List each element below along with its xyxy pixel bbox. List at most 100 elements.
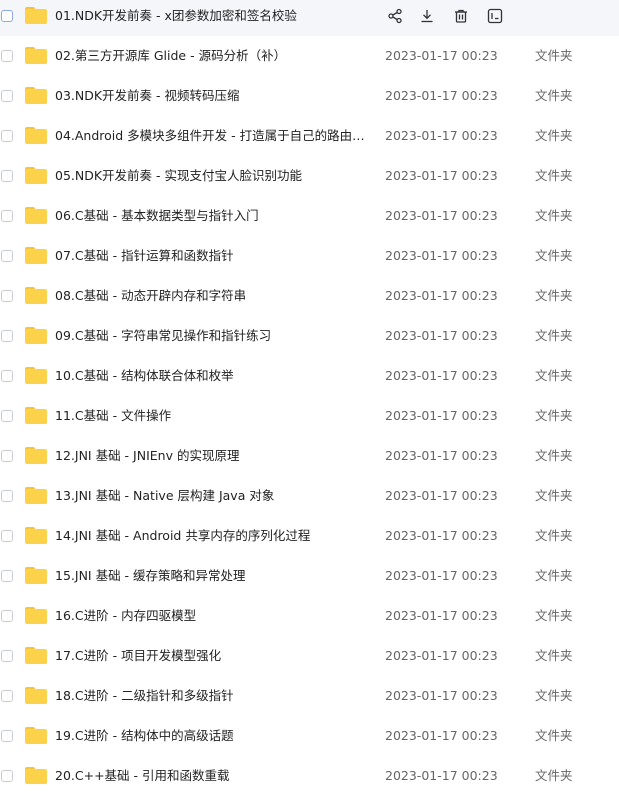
file-name[interactable]: 17.C进阶 - 项目开发模型强化 [55, 648, 365, 664]
modified-date: 2023-01-17 00:23 [385, 528, 498, 543]
share-icon[interactable] [386, 6, 404, 26]
row-checkbox[interactable] [1, 570, 13, 582]
modified-date: 2023-01-17 00:23 [385, 408, 498, 423]
file-name[interactable]: 18.C进阶 - 二级指针和多级指针 [55, 688, 365, 704]
file-name[interactable]: 05.NDK开发前奏 - 实现支付宝人脸识别功能 [55, 168, 365, 184]
row-checkbox[interactable] [1, 410, 13, 422]
row-checkbox[interactable] [1, 130, 13, 142]
folder-icon [25, 687, 47, 704]
file-row[interactable]: 07.C基础 - 指针运算和函数指针 2023-01-17 00:23 文件夹 [0, 236, 619, 276]
folder-icon [25, 447, 47, 464]
delete-icon[interactable] [452, 6, 470, 26]
file-type: 文件夹 [535, 168, 573, 183]
file-type: 文件夹 [535, 648, 573, 663]
file-type: 文件夹 [535, 688, 573, 703]
row-checkbox[interactable] [1, 730, 13, 742]
row-checkbox[interactable] [1, 10, 13, 22]
modified-date: 2023-01-17 00:23 [385, 208, 498, 223]
folder-icon [25, 567, 47, 584]
modified-date: 2023-01-17 00:23 [385, 248, 498, 263]
file-name[interactable]: 08.C基础 - 动态开辟内存和字符串 [55, 288, 365, 304]
row-checkbox[interactable] [1, 210, 13, 222]
folder-icon [25, 607, 47, 624]
row-checkbox[interactable] [1, 650, 13, 662]
file-name[interactable]: 01.NDK开发前奏 - x团参数加密和签名校验 [55, 8, 365, 24]
file-row[interactable]: 09.C基础 - 字符串常见操作和指针练习 2023-01-17 00:23 文件夹 [0, 316, 619, 356]
download-icon[interactable] [418, 6, 436, 26]
row-checkbox[interactable] [1, 330, 13, 342]
row-checkbox[interactable] [1, 170, 13, 182]
row-checkbox[interactable] [1, 50, 13, 62]
file-row[interactable]: 20.C++基础 - 引用和函数重载 2023-01-17 00:23 文件夹 [0, 756, 619, 796]
file-name[interactable]: 02.第三方开源库 Glide - 源码分析（补） [55, 48, 365, 64]
file-row[interactable]: 04.Android 多模块多组件开发 - 打造属于自己的路由（... 2023-… [0, 116, 619, 156]
folder-icon [25, 127, 47, 144]
file-name[interactable]: 13.JNI 基础 - Native 层构建 Java 对象 [55, 488, 365, 504]
file-type: 文件夹 [535, 448, 573, 463]
row-checkbox[interactable] [1, 450, 13, 462]
file-row[interactable]: 17.C进阶 - 项目开发模型强化 2023-01-17 00:23 文件夹 [0, 636, 619, 676]
file-name[interactable]: 16.C进阶 - 内存四驱模型 [55, 608, 365, 624]
file-row[interactable]: 06.C基础 - 基本数据类型与指针入门 2023-01-17 00:23 文件夹 [0, 196, 619, 236]
folder-icon [25, 767, 47, 784]
file-type: 文件夹 [535, 608, 573, 623]
file-row[interactable]: 13.JNI 基础 - Native 层构建 Java 对象 2023-01-17… [0, 476, 619, 516]
row-checkbox[interactable] [1, 290, 13, 302]
file-name[interactable]: 12.JNI 基础 - JNIEnv 的实现原理 [55, 448, 365, 464]
row-checkbox[interactable] [1, 530, 13, 542]
file-row[interactable]: 18.C进阶 - 二级指针和多级指针 2023-01-17 00:23 文件夹 [0, 676, 619, 716]
file-row[interactable]: 05.NDK开发前奏 - 实现支付宝人脸识别功能 2023-01-17 00:23… [0, 156, 619, 196]
folder-icon [25, 327, 47, 344]
folder-icon [25, 407, 47, 424]
modified-date: 2023-01-17 00:23 [385, 568, 498, 583]
row-checkbox[interactable] [1, 370, 13, 382]
file-row[interactable]: 12.JNI 基础 - JNIEnv 的实现原理 2023-01-17 00:23… [0, 436, 619, 476]
file-row[interactable]: 08.C基础 - 动态开辟内存和字符串 2023-01-17 00:23 文件夹 [0, 276, 619, 316]
file-type: 文件夹 [535, 528, 573, 543]
file-name[interactable]: 04.Android 多模块多组件开发 - 打造属于自己的路由（... [55, 128, 365, 144]
file-row[interactable]: 01.NDK开发前奏 - x团参数加密和签名校验 [0, 0, 619, 36]
modified-date: 2023-01-17 00:23 [385, 448, 498, 463]
folder-icon [25, 207, 47, 224]
row-checkbox[interactable] [1, 250, 13, 262]
modified-date: 2023-01-17 00:23 [385, 88, 498, 103]
file-name[interactable]: 07.C基础 - 指针运算和函数指针 [55, 248, 365, 264]
row-checkbox[interactable] [1, 490, 13, 502]
row-checkbox[interactable] [1, 770, 13, 782]
file-type: 文件夹 [535, 208, 573, 223]
folder-icon [25, 367, 47, 384]
row-checkbox[interactable] [1, 690, 13, 702]
row-checkbox[interactable] [1, 610, 13, 622]
file-name[interactable]: 03.NDK开发前奏 - 视频转码压缩 [55, 88, 365, 104]
row-checkbox[interactable] [1, 90, 13, 102]
file-name[interactable]: 06.C基础 - 基本数据类型与指针入门 [55, 208, 365, 224]
file-row[interactable]: 03.NDK开发前奏 - 视频转码压缩 2023-01-17 00:23 文件夹 [0, 76, 619, 116]
file-row[interactable]: 02.第三方开源库 Glide - 源码分析（补） 2023-01-17 00:2… [0, 36, 619, 76]
folder-icon [25, 487, 47, 504]
file-row[interactable]: 16.C进阶 - 内存四驱模型 2023-01-17 00:23 文件夹 [0, 596, 619, 636]
modified-date: 2023-01-17 00:23 [385, 328, 498, 343]
file-row[interactable]: 19.C进阶 - 结构体中的高级话题 2023-01-17 00:23 文件夹 [0, 716, 619, 756]
file-name[interactable]: 15.JNI 基础 - 缓存策略和异常处理 [55, 568, 365, 584]
file-name[interactable]: 09.C基础 - 字符串常见操作和指针练习 [55, 328, 365, 344]
file-type: 文件夹 [535, 488, 573, 503]
file-type: 文件夹 [535, 288, 573, 303]
folder-icon [25, 527, 47, 544]
file-row[interactable]: 15.JNI 基础 - 缓存策略和异常处理 2023-01-17 00:23 文件夹 [0, 556, 619, 596]
folder-icon [25, 7, 47, 24]
modified-date: 2023-01-17 00:23 [385, 608, 498, 623]
file-name[interactable]: 14.JNI 基础 - Android 共享内存的序列化过程 [55, 528, 365, 544]
rename-icon[interactable] [486, 6, 504, 26]
modified-date: 2023-01-17 00:23 [385, 48, 498, 63]
folder-icon [25, 287, 47, 304]
modified-date: 2023-01-17 00:23 [385, 728, 498, 743]
file-name[interactable]: 10.C基础 - 结构体联合体和枚举 [55, 368, 365, 384]
file-row[interactable]: 11.C基础 - 文件操作 2023-01-17 00:23 文件夹 [0, 396, 619, 436]
file-row[interactable]: 14.JNI 基础 - Android 共享内存的序列化过程 2023-01-17… [0, 516, 619, 556]
folder-icon [25, 727, 47, 744]
file-name[interactable]: 11.C基础 - 文件操作 [55, 408, 365, 424]
file-row[interactable]: 10.C基础 - 结构体联合体和枚举 2023-01-17 00:23 文件夹 [0, 356, 619, 396]
file-type: 文件夹 [535, 328, 573, 343]
file-name[interactable]: 19.C进阶 - 结构体中的高级话题 [55, 728, 365, 744]
file-name[interactable]: 20.C++基础 - 引用和函数重载 [55, 768, 365, 784]
